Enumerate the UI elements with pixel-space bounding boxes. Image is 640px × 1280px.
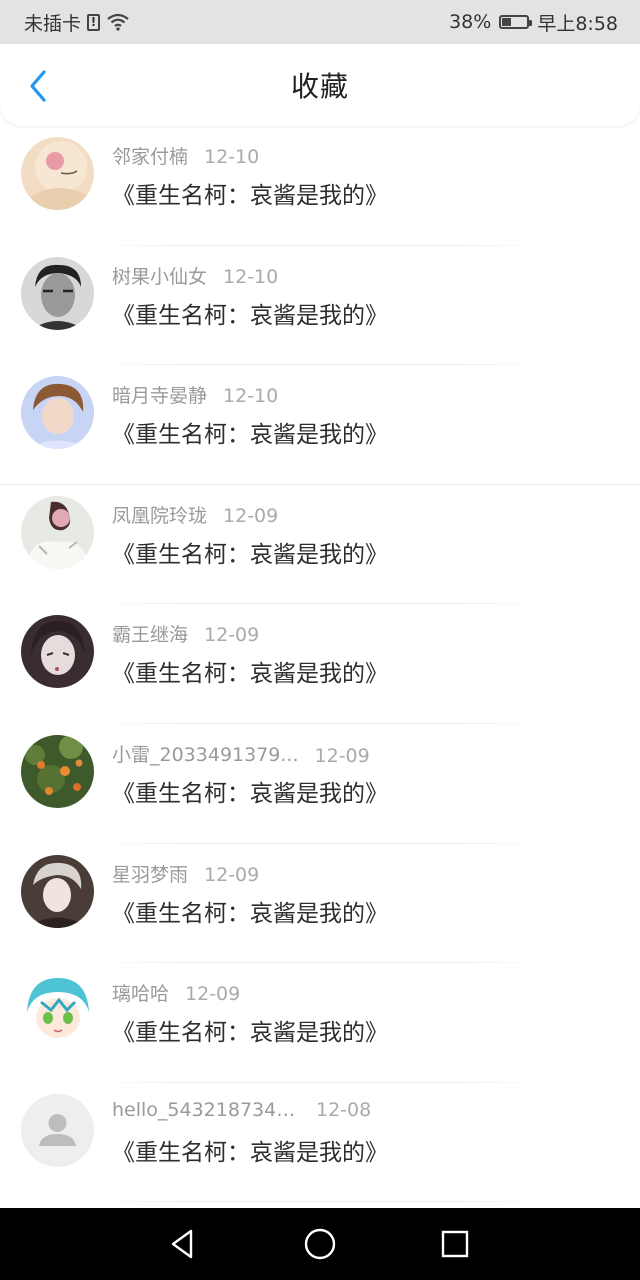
system-nav-bar (0, 1208, 640, 1280)
date: 12-10 (223, 385, 279, 408)
user-avatar[interactable] (21, 854, 94, 928)
username[interactable]: 小雷_2033491379... (112, 740, 299, 767)
date: 12-09 (314, 744, 370, 767)
clock: 早上8:58 (537, 12, 618, 35)
list-item[interactable]: 树果小仙女 12-10 《重生名柯：哀酱是我的》 (0, 246, 640, 366)
username[interactable]: 树果小仙女 (112, 262, 207, 289)
nav-home-button[interactable] (302, 1226, 338, 1262)
nav-home-icon (304, 1228, 336, 1260)
list-item[interactable]: 暗月寺晏静 12-10 《重生名柯：哀酱是我的》 (0, 365, 640, 485)
favorites-list: 邻家付楠 12-10 《重生名柯：哀酱是我的》 树果小仙女 12-10 《重生名柯：… (0, 126, 640, 1203)
username[interactable]: 邻家付楠 (112, 142, 188, 169)
battery-fill (502, 18, 512, 26)
battery-charging-icon (499, 15, 533, 29)
wifi-icon (106, 13, 130, 31)
user-avatar[interactable] (21, 615, 94, 689)
book-title[interactable]: 《重生名柯：哀酱是我的》 (112, 774, 388, 808)
item-meta: 小雷_2033491379... 12-09 (112, 740, 370, 767)
item-meta: 霸王继海 12-09 (112, 620, 259, 647)
user-avatar[interactable] (21, 376, 94, 450)
nav-back-icon (171, 1229, 193, 1259)
user-avatar[interactable] (21, 495, 94, 569)
list-item[interactable]: 凤凰院玲珑 12-09 《重生名柯：哀酱是我的》 (0, 485, 640, 605)
date: 12-10 (223, 265, 279, 288)
default-avatar-icon[interactable] (21, 1093, 94, 1167)
item-meta: 星羽梦雨 12-09 (112, 860, 259, 887)
page-title: 收藏 (290, 70, 349, 103)
chevron-left-icon (30, 70, 46, 102)
book-title[interactable]: 《重生名柯：哀酱是我的》 (112, 415, 388, 449)
username[interactable]: 璃哈哈 (112, 979, 169, 1006)
nav-recents-button[interactable] (437, 1226, 473, 1262)
battery-percent: 38% (449, 11, 492, 33)
list-item[interactable]: 霸王继海 12-09 《重生名柯：哀酱是我的》 (0, 604, 640, 724)
item-meta: 树果小仙女 12-10 (112, 262, 278, 289)
username[interactable]: 凤凰院玲珑 (112, 501, 207, 528)
username[interactable]: 星羽梦雨 (112, 860, 188, 887)
back-button[interactable] (20, 66, 56, 106)
book-title[interactable]: 《重生名柯：哀酱是我的》 (112, 654, 388, 688)
book-title[interactable]: 《重生名柯：哀酱是我的》 (112, 296, 388, 330)
username[interactable]: 暗月寺晏静 (112, 381, 207, 408)
list-item[interactable]: 璃哈哈 12-09 《重生名柯：哀酱是我的》 (0, 963, 640, 1083)
date: 12-09 (223, 504, 279, 527)
book-title[interactable]: 《重生名柯：哀酱是我的》 (112, 176, 388, 210)
book-title[interactable]: 《重生名柯：哀酱是我的》 (112, 535, 388, 569)
sim-alert-icon: ! (87, 13, 101, 31)
book-title[interactable]: 《重生名柯：哀酱是我的》 (112, 894, 388, 928)
item-meta: hello_5432187347... 12-08 (112, 1099, 371, 1121)
book-title[interactable]: 《重生名柯：哀酱是我的》 (112, 1133, 388, 1167)
user-avatar[interactable] (21, 734, 94, 808)
user-avatar[interactable] (21, 974, 94, 1048)
date: 12-09 (204, 863, 260, 886)
list-item[interactable]: hello_5432187347... 12-08 《重生名柯：哀酱是我的》 (0, 1083, 640, 1203)
carrier-text: 未插卡 (24, 12, 82, 35)
status-bar: 未插卡 ! 38% 早上8:58 (0, 0, 640, 44)
username[interactable]: hello_5432187347... (112, 1099, 300, 1121)
item-meta: 璃哈哈 12-09 (112, 979, 240, 1006)
status-left: 未插卡 ! (0, 9, 130, 36)
status-right: 38% 早上8:58 (449, 9, 640, 36)
date: 12-10 (204, 146, 260, 168)
nav-recents-icon (441, 1230, 469, 1258)
date: 12-08 (316, 1098, 372, 1121)
list-item[interactable]: 星羽梦雨 12-09 《重生名柯：哀酱是我的》 (0, 844, 640, 964)
item-meta: 暗月寺晏静 12-10 (112, 381, 278, 408)
book-title[interactable]: 《重生名柯：哀酱是我的》 (112, 1013, 388, 1047)
user-avatar[interactable] (21, 256, 94, 330)
divider (96, 1201, 544, 1203)
date: 12-09 (204, 624, 260, 647)
item-meta: 凤凰院玲珑 12-09 (112, 501, 278, 528)
list-item[interactable]: 邻家付楠 12-10 《重生名柯：哀酱是我的》 (0, 126, 640, 246)
list-item[interactable]: 小雷_2033491379... 12-09 《重生名柯：哀酱是我的》 (0, 724, 640, 844)
item-meta: 邻家付楠 12-10 (112, 142, 259, 169)
user-avatar[interactable] (21, 137, 94, 210)
date: 12-09 (185, 983, 241, 1006)
app-header: 收藏 (0, 44, 640, 126)
username[interactable]: 霸王继海 (112, 620, 188, 647)
nav-back-button[interactable] (165, 1226, 201, 1262)
